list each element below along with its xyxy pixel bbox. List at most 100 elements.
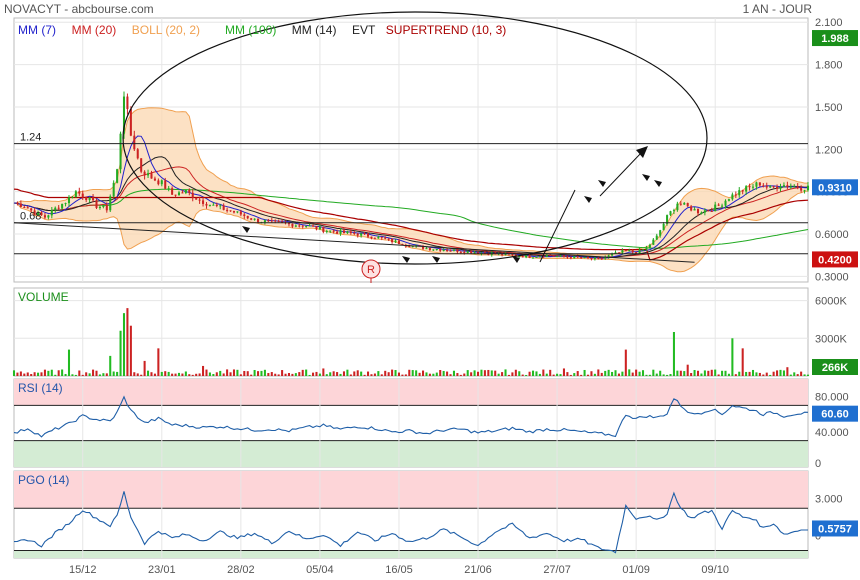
candle-body	[470, 251, 473, 254]
volume-bar	[126, 308, 129, 376]
volume-bar	[755, 372, 758, 376]
volume-bar	[762, 374, 765, 376]
candle-body	[367, 233, 370, 237]
volume-bar	[439, 370, 442, 376]
volume-bar	[703, 370, 706, 376]
price-tick-label: 1.200	[815, 144, 843, 156]
candle-body	[332, 230, 335, 232]
volume-bar	[291, 373, 294, 376]
candle-body	[435, 249, 438, 251]
volume-bar	[800, 371, 803, 376]
volume-bar	[85, 372, 88, 376]
candle-body	[26, 207, 29, 209]
volume-bar	[700, 373, 703, 376]
rsi-tick-label: 40.000	[815, 427, 849, 439]
volume-bar	[318, 373, 321, 376]
x-tick-label: 09/10	[701, 564, 729, 576]
volume-bar	[449, 374, 452, 376]
candle-body	[741, 190, 744, 192]
volume-bar	[30, 374, 33, 376]
candle-body	[782, 185, 785, 187]
volume-bar	[43, 369, 46, 376]
candle-body	[600, 258, 603, 260]
volume-bar	[590, 371, 593, 376]
pgo-badge-text: 0.5757	[818, 523, 852, 535]
volume-bar	[229, 372, 232, 376]
candle-body	[212, 204, 215, 206]
volume-bar	[531, 370, 535, 376]
volume-bar	[298, 372, 301, 376]
candle-body	[710, 211, 713, 213]
candle-body	[301, 225, 304, 227]
candle-body	[576, 256, 579, 258]
candle-body	[257, 218, 260, 223]
volume-bar	[153, 373, 156, 376]
candle-body	[291, 223, 294, 227]
volume-bar	[459, 374, 462, 376]
volume-bar	[257, 371, 260, 376]
volume-bar	[435, 372, 438, 376]
volume-bar	[404, 374, 407, 376]
volume-bar	[638, 371, 641, 376]
candle-body	[696, 209, 700, 214]
candle-body	[222, 205, 225, 210]
candle-body	[136, 149, 139, 159]
candle-body	[294, 225, 297, 227]
candle-body	[707, 210, 710, 212]
volume-bar	[222, 373, 225, 376]
price-tick-label: 2.100	[815, 17, 843, 29]
volume-bar	[370, 374, 373, 376]
candle-body	[776, 186, 779, 189]
volume-bar	[593, 373, 596, 376]
x-tick-label: 01/09	[622, 564, 650, 576]
candle-body	[336, 231, 339, 234]
volume-bar	[363, 374, 366, 376]
candle-body	[380, 236, 383, 238]
candle-body	[748, 186, 751, 188]
volume-bar	[580, 374, 583, 376]
candle-body	[641, 249, 645, 251]
volume-bar	[37, 372, 40, 376]
volume-bar	[721, 370, 724, 376]
candle-body	[432, 249, 435, 251]
candle-body	[659, 230, 662, 236]
volume-bar	[693, 370, 696, 376]
pgo-tick-label: 3.000	[815, 493, 843, 505]
volume-bar	[504, 369, 507, 376]
candle-body	[92, 197, 95, 201]
candle-body	[342, 230, 346, 234]
candle-body	[638, 249, 641, 254]
candle-body	[690, 206, 693, 211]
volume-bar	[528, 371, 531, 376]
volume-bar	[641, 370, 645, 376]
candle-body	[789, 186, 792, 188]
candle-body	[150, 173, 153, 179]
candle-body	[102, 205, 105, 208]
volume-bar	[422, 370, 425, 376]
volume-bar	[418, 372, 421, 376]
candle-body	[394, 240, 397, 243]
x-tick-label: 16/05	[385, 564, 413, 576]
candle-body	[521, 256, 524, 258]
rsi-badge-text: 60.60	[821, 409, 849, 421]
volume-bar	[487, 369, 490, 376]
volume-bar	[332, 371, 335, 376]
volume-bar	[789, 374, 792, 376]
volume-bar	[47, 370, 50, 376]
candle-body	[751, 186, 755, 188]
legend-item: MM (14)	[292, 23, 337, 37]
volume-bar	[33, 372, 36, 376]
candle-body	[556, 255, 559, 257]
x-tick-label: 05/04	[306, 564, 334, 576]
candle-body	[566, 256, 569, 258]
x-tick-label: 23/01	[148, 564, 176, 576]
volume-bar	[628, 369, 631, 376]
candle-body	[384, 237, 387, 239]
volume-bar	[803, 374, 806, 376]
volume-bar	[215, 372, 218, 376]
volume-bar	[353, 371, 356, 376]
candle-body	[116, 169, 119, 183]
volume-bar	[250, 374, 253, 376]
volume-bar	[105, 373, 108, 376]
volume-bar	[112, 371, 115, 376]
